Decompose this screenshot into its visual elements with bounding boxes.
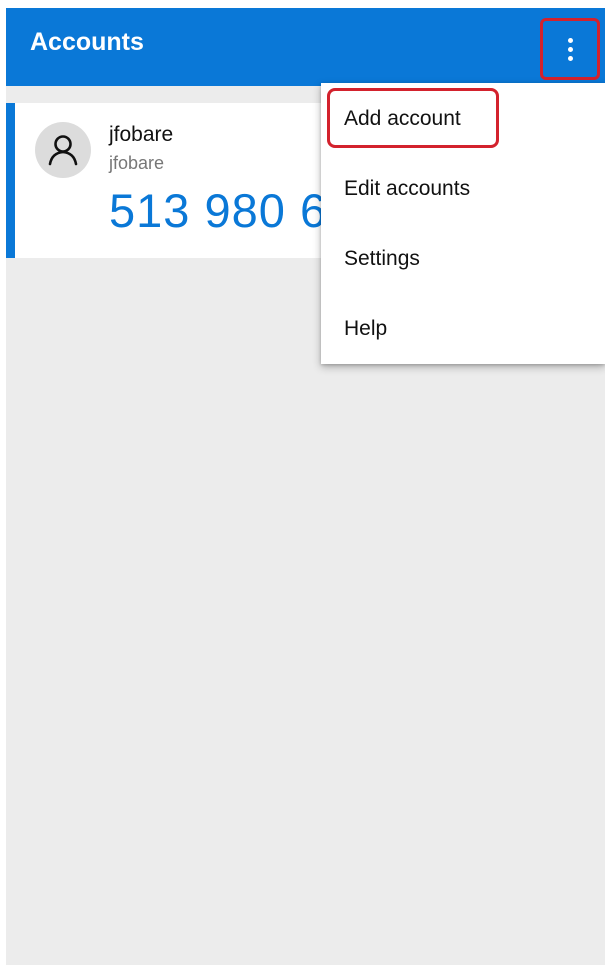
menu-item-label: Help <box>344 317 388 340</box>
verification-code: 513 980 6 <box>109 184 328 237</box>
menu-item-settings[interactable]: Settings <box>321 223 605 293</box>
menu-item-label: Add account <box>344 107 461 130</box>
overflow-menu: Add account Edit accounts Settings Help <box>321 83 605 364</box>
person-icon <box>48 135 78 166</box>
more-vert-icon-dot <box>567 55 573 61</box>
menu-item-edit-accounts[interactable]: Edit accounts <box>321 153 605 223</box>
more-options-button[interactable] <box>540 18 600 80</box>
menu-item-label: Edit accounts <box>344 177 471 200</box>
avatar <box>35 122 91 178</box>
menu-item-help[interactable]: Help <box>321 293 605 363</box>
menu-item-add-account[interactable]: Add account <box>321 83 605 153</box>
more-vert-icon <box>567 37 573 43</box>
account-email: jfobare <box>109 153 165 173</box>
app-bar: Accounts <box>6 8 605 86</box>
account-name: jfobare <box>109 123 174 146</box>
more-vert-icon-dot <box>567 46 573 52</box>
page-title: Accounts <box>30 28 144 56</box>
menu-item-label: Settings <box>344 247 420 270</box>
screen: Accounts jfobare jfobare 513 980 6 Add a… <box>0 0 605 965</box>
